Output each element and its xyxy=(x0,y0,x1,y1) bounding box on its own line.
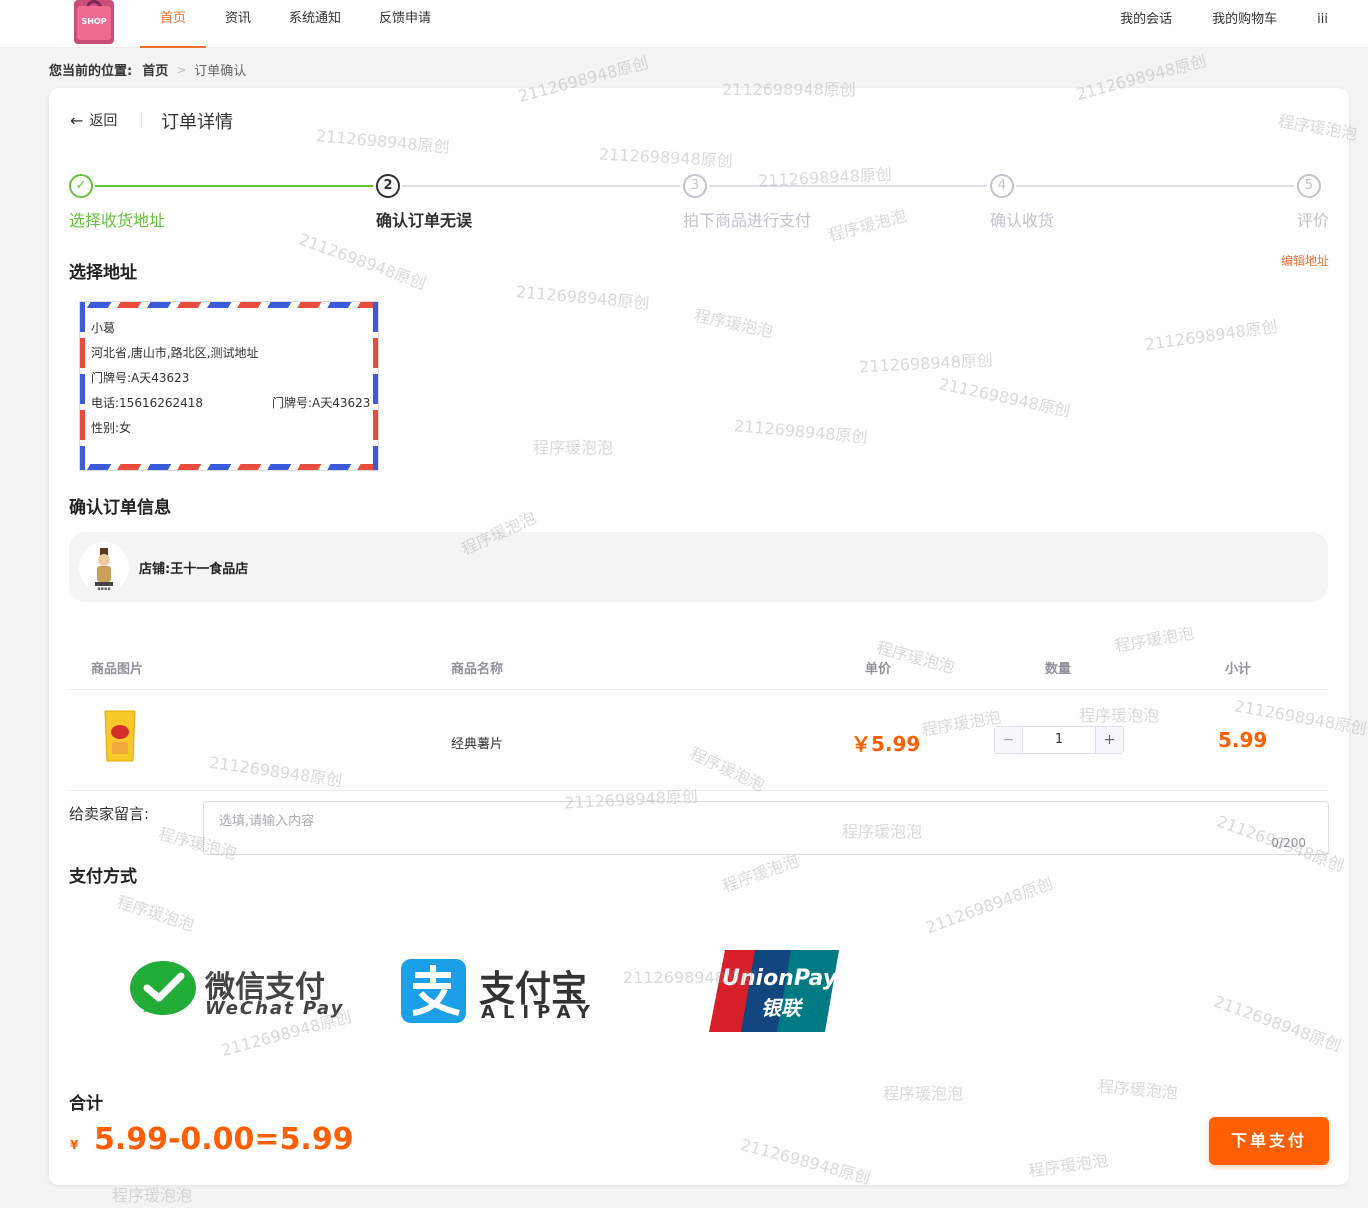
envelope-border xyxy=(80,302,85,470)
step-5-icon: 5 xyxy=(1297,174,1321,198)
breadcrumb-separator: > xyxy=(176,62,187,77)
back-label: 返回 xyxy=(89,113,118,129)
address-section-title: 选择地址 xyxy=(69,263,137,283)
address-card[interactable]: 小葛 河北省,唐山市,路北区,测试地址 门牌号:A天43623 电话:15616… xyxy=(79,301,379,471)
alipay-option[interactable]: 支付宝 ALIPAY xyxy=(401,958,603,1024)
nav-news[interactable]: 资讯 xyxy=(206,0,270,48)
nav-notifications[interactable]: 系统通知 xyxy=(270,0,360,48)
item-subtotal: 5.99 xyxy=(1218,728,1268,752)
step-5-title: 评价 xyxy=(1297,211,1330,230)
total-amount: ¥ 5.99-0.00=5.99 xyxy=(70,1122,354,1157)
table-row-divider xyxy=(69,790,1328,791)
edit-address-link[interactable]: 编辑地址 xyxy=(1281,252,1329,269)
message-label: 给卖家留言: xyxy=(69,805,150,823)
col-image: 商品图片 xyxy=(91,662,144,677)
wechat-pay-en: WeChat Pay xyxy=(205,998,345,1019)
breadcrumb-prefix: 您当前的位置: xyxy=(49,64,133,79)
watermark: 程序瑗泡泡 xyxy=(112,1186,193,1205)
recipient-door-secondary: 门牌号:A天43623 xyxy=(272,396,371,410)
shop-avatar[interactable]: ▪▪▪▪ xyxy=(79,542,129,592)
recipient-gender: 性别:女 xyxy=(91,421,132,435)
breadcrumb-current: 订单确认 xyxy=(194,64,247,79)
recipient-region: 河北省,唐山市,路北区,测试地址 xyxy=(91,346,259,360)
shop-logo[interactable]: SHOP xyxy=(74,0,114,44)
quantity-decrease-button[interactable]: − xyxy=(995,727,1023,753)
shop-name: 店铺:王十一食品店 xyxy=(139,562,249,577)
arrow-left-icon: ← xyxy=(70,110,84,130)
logo-text: SHOP xyxy=(81,17,107,26)
unionpay-cn: 银联 xyxy=(761,996,801,1020)
step-2-title: 确认订单无误 xyxy=(376,211,473,230)
step-3-title: 拍下商品进行支付 xyxy=(683,211,812,230)
total-expression: 5.99-0.00=5.99 xyxy=(93,1122,354,1157)
product-name: 经典薯片 xyxy=(451,737,504,752)
message-box: 0/200 xyxy=(203,801,1329,855)
shop-bar: ▪▪▪▪ 店铺:王十一食品店 xyxy=(69,532,1328,602)
message-counter: 0/200 xyxy=(1271,836,1306,850)
step-connector xyxy=(1016,185,1294,187)
back-button[interactable]: ← 返回 xyxy=(70,110,117,130)
unionpay-en: UnionPay xyxy=(722,966,838,991)
step-4-icon: 4 xyxy=(990,174,1014,198)
product-image[interactable] xyxy=(102,708,138,764)
col-quantity: 数量 xyxy=(1045,662,1072,677)
recipient-name: 小葛 xyxy=(91,321,116,335)
quantity-stepper: − 1 + xyxy=(994,726,1124,754)
recipient-phone: 电话:15616262418 xyxy=(91,396,204,410)
alipay-en: ALIPAY xyxy=(481,1002,598,1023)
page-title: 订单详情 xyxy=(161,112,233,133)
order-section-title: 确认订单信息 xyxy=(69,498,171,518)
nav-home[interactable]: 首页 xyxy=(140,0,207,48)
step-1-title: 选择收货地址 xyxy=(69,211,166,230)
quantity-value[interactable]: 1 xyxy=(1023,727,1095,753)
col-subtotal: 小计 xyxy=(1225,662,1252,677)
step-3-icon: 3 xyxy=(683,174,707,198)
nav-user-menu[interactable]: iii xyxy=(1317,0,1328,40)
step-connector xyxy=(709,185,987,187)
wechat-icon xyxy=(130,961,196,1015)
total-label: 合计 xyxy=(69,1094,103,1114)
top-navbar: SHOP 首页 资讯 系统通知 反馈申请 我的会话 我的购物车 iii xyxy=(0,0,1368,48)
quantity-increase-button[interactable]: + xyxy=(1095,727,1123,753)
message-input[interactable] xyxy=(204,802,1328,854)
alipay-icon xyxy=(401,959,466,1023)
step-connector xyxy=(95,185,373,187)
user-nav: 我的会话 我的购物车 iii xyxy=(1120,0,1368,48)
submit-order-button[interactable]: 下单支付 xyxy=(1209,1117,1329,1165)
currency-symbol: ¥ xyxy=(70,1138,79,1152)
unionpay-option[interactable]: UnionPay 银联 xyxy=(707,950,841,1032)
table-header-divider xyxy=(69,689,1328,690)
col-price: 单价 xyxy=(865,662,892,677)
wechat-pay-option[interactable]: 微信支付 WeChat Pay xyxy=(129,958,342,1024)
step-connector xyxy=(402,185,680,187)
breadcrumb-home[interactable]: 首页 xyxy=(142,60,168,79)
envelope-border xyxy=(373,302,378,470)
step-1-check-icon: ✓ xyxy=(69,174,93,198)
product-price: ￥5.99 xyxy=(851,732,921,756)
envelope-border xyxy=(80,464,378,470)
nav-feedback[interactable]: 反馈申请 xyxy=(360,0,450,48)
svg-text:▪▪▪▪: ▪▪▪▪ xyxy=(97,586,111,592)
breadcrumb: 您当前的位置: 首页 > 订单确认 xyxy=(49,60,247,80)
nav-my-chats[interactable]: 我的会话 xyxy=(1120,0,1172,40)
main-nav: 首页 资讯 系统通知 反馈申请 xyxy=(140,0,450,48)
col-name: 商品名称 xyxy=(451,662,504,677)
nav-my-cart[interactable]: 我的购物车 xyxy=(1212,0,1277,40)
payment-section-title: 支付方式 xyxy=(69,867,137,887)
envelope-border xyxy=(80,302,378,308)
header-divider xyxy=(141,112,142,128)
recipient-door: 门牌号:A天43623 xyxy=(91,371,190,385)
step-4-title: 确认收货 xyxy=(990,211,1055,230)
step-2-icon: 2 xyxy=(376,174,400,198)
